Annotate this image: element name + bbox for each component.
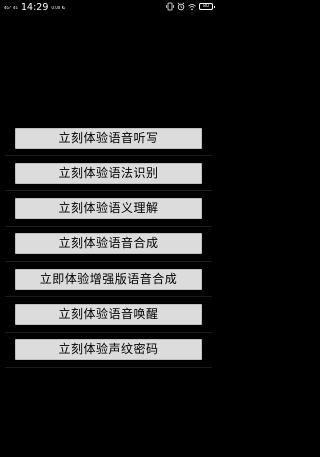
status-bar-left: 4G⁺ 4G⁺ 14:29 0.00 K/s: [4, 2, 65, 13]
divider: [5, 190, 212, 191]
divider: [5, 296, 212, 297]
menu-item-semantic-understanding[interactable]: 立刻体验语义理解: [15, 198, 202, 219]
divider: [5, 261, 212, 262]
menu-item-grammar-recognition[interactable]: 立刻体验语法识别: [15, 163, 202, 184]
divider: [5, 155, 212, 156]
battery-icon: 80: [199, 3, 215, 10]
menu-item-voice-wakeup[interactable]: 立刻体验语音唤醒: [15, 304, 202, 325]
status-bar: 4G⁺ 4G⁺ 14:29 0.00 K/s: [0, 0, 217, 16]
vibrate-icon: [166, 2, 174, 11]
status-bar-right: 80: [166, 2, 215, 11]
menu-item-enhanced-speech-synthesis[interactable]: 立即体验增强版语音合成: [15, 269, 202, 290]
alarm-icon: [177, 2, 185, 11]
divider: [5, 367, 212, 368]
network-speed: 0.00 K/s: [51, 5, 65, 10]
wifi-icon: [188, 2, 196, 11]
signal-indicator: 4G⁺ 4G⁺: [4, 5, 18, 10]
clock: 14:29: [21, 2, 49, 13]
battery-level: 80: [203, 4, 209, 9]
menu-item-speech-synthesis[interactable]: 立刻体验语音合成: [15, 233, 202, 254]
menu-item-voiceprint-password[interactable]: 立刻体验声纹密码: [15, 339, 202, 360]
divider: [5, 332, 212, 333]
menu-item-speech-dictation[interactable]: 立刻体验语音听写: [15, 128, 202, 149]
app-screen: 4G⁺ 4G⁺ 14:29 0.00 K/s: [0, 0, 217, 457]
divider: [5, 226, 212, 227]
